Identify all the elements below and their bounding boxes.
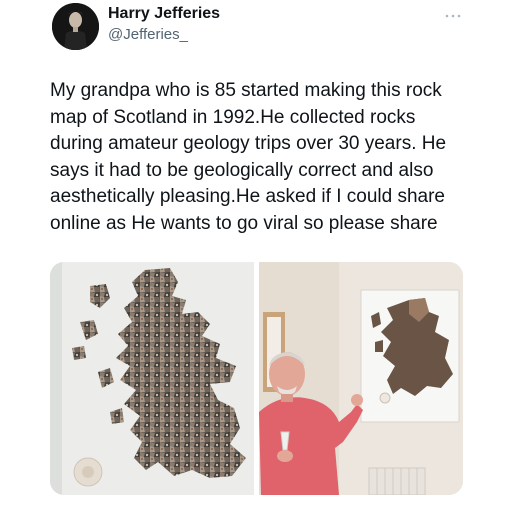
- tweet-card: Harry Jefferies @Jefferies_ My grandpa w…: [0, 0, 512, 509]
- avatar[interactable]: [52, 3, 99, 50]
- tweet-text: My grandpa who is 85 started making this…: [50, 80, 447, 234]
- rock-map-photo[interactable]: [50, 262, 254, 495]
- display-name[interactable]: Harry Jefferies: [108, 6, 220, 22]
- author-names: Harry Jefferies @Jefferies_: [108, 6, 220, 43]
- more-horizontal-icon[interactable]: [443, 8, 463, 18]
- grandpa-photo[interactable]: [259, 262, 463, 495]
- tweet-media[interactable]: [50, 262, 463, 495]
- user-handle[interactable]: @Jefferies_: [108, 27, 220, 42]
